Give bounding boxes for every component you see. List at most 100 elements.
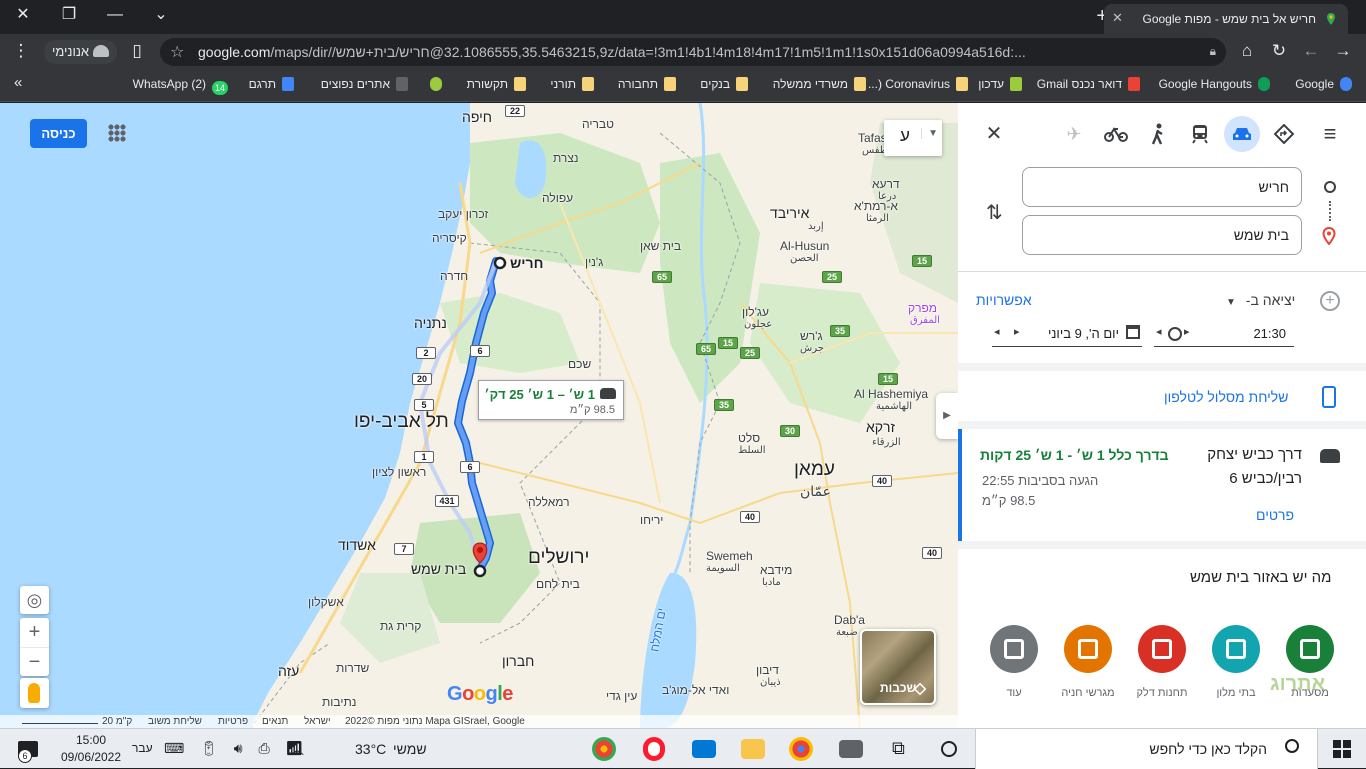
city-sderot[interactable]: שדרות	[336, 661, 369, 675]
taskbar-search[interactable]: הקלד כאן כדי לחפש	[975, 729, 1318, 769]
more-label[interactable]: עוד	[979, 687, 1049, 699]
zoom-out-icon[interactable]: −	[20, 647, 49, 676]
transit-mode-icon[interactable]	[1182, 116, 1218, 152]
weather-temp[interactable]: 33°C	[355, 741, 386, 757]
walking-mode-icon[interactable]	[1140, 116, 1176, 152]
city-zichron[interactable]: זכרון יעקב	[438, 207, 488, 221]
date-picker[interactable]: ◂ ▸ יום ה', 9 ביוני	[992, 321, 1142, 347]
best-route-icon[interactable]	[1266, 116, 1302, 152]
bookmarks-overflow-icon[interactable]: »	[14, 74, 22, 91]
map-canvas[interactable]: חיפה טבריה Tafas طفس נצרת עפולה זכרון יע…	[0, 103, 958, 729]
bookmark-whatsapp[interactable]: 14WhatsApp (2)	[133, 77, 228, 95]
close-directions-icon[interactable]: ✕	[976, 116, 1012, 152]
tab-search-chevron-icon[interactable]: ⌄	[138, 0, 184, 30]
city-ashdod[interactable]: אשדוד	[338, 537, 376, 553]
opera-icon[interactable]	[643, 737, 665, 761]
tray-overflow-icon[interactable]: ︿	[290, 739, 304, 759]
send-to-phone-icon[interactable]	[1322, 386, 1336, 408]
city-ajlun[interactable]: עג'לון	[742, 305, 769, 319]
destination-input[interactable]: בית שמש	[1022, 215, 1302, 255]
home-icon[interactable]: ⌂	[1236, 41, 1258, 61]
lock-icon[interactable]: 🔒︎	[1210, 44, 1216, 59]
menu-kebab-icon[interactable]: ⋮	[10, 41, 32, 61]
scale-bar[interactable]	[22, 716, 98, 724]
bookmark-toraani[interactable]: תורני	[550, 77, 594, 91]
city-kesaria[interactable]: קיסריה	[432, 231, 467, 245]
bookmark-star-icon[interactable]: ☆	[170, 42, 184, 62]
scale-label[interactable]: 20 ק"מ	[102, 716, 132, 727]
city-hadera[interactable]: חדרה	[440, 269, 468, 283]
city-dibon[interactable]: דיבון	[756, 663, 779, 677]
city-haifa[interactable]: חיפה	[462, 109, 492, 125]
apps-grid-icon[interactable]	[108, 124, 126, 142]
place-wadi[interactable]: ואדי אל-מוג'ב	[662, 683, 729, 697]
language-layer-control[interactable]: ע ▼	[884, 120, 942, 156]
hamburger-menu-icon[interactable]: ≡	[1312, 116, 1348, 152]
city-daraa[interactable]: דרעא	[872, 177, 900, 191]
parking-button[interactable]	[1064, 625, 1112, 673]
signin-button[interactable]: כניסה	[30, 119, 87, 148]
city-mafraq[interactable]: מפרק	[908, 301, 937, 315]
bookmark-extension[interactable]	[424, 77, 442, 91]
parking-label[interactable]: מגרשי חניה	[1053, 687, 1123, 699]
incognito-badge[interactable]: אנונימי	[44, 40, 118, 64]
hotels-label[interactable]: בתי מלון	[1201, 687, 1271, 699]
city-jerusalem[interactable]: ירושלים	[528, 547, 589, 569]
city-hashemiya[interactable]: Al Hashemiya	[854, 387, 928, 401]
dropdown-arrow-icon[interactable]: ▼	[921, 128, 938, 139]
clock-date[interactable]: 09/06/2022	[56, 750, 126, 764]
city-ramallah[interactable]: רמאללה	[528, 495, 570, 509]
city-telaviv[interactable]: תל אביב-יפו	[354, 411, 449, 433]
city-netanya[interactable]: נתניה	[414, 315, 447, 331]
city-beitshean[interactable]: בית שאן	[640, 239, 681, 253]
address-bar[interactable]: ☆ google.com/maps/dir/חריש‭/‬בית+שמש‭/‬@…	[160, 38, 1226, 66]
restaurants-button[interactable]	[1286, 625, 1334, 673]
cortana-icon[interactable]	[941, 741, 957, 757]
bookmark-update[interactable]: עדכון	[978, 77, 1022, 91]
city-shchem[interactable]: שכם	[568, 357, 591, 371]
bookmark-government[interactable]: משרדי ממשלה	[773, 77, 866, 91]
close-tab-icon[interactable]: ✕	[1112, 10, 1123, 26]
privacy-link[interactable]: פרטיות	[218, 716, 248, 727]
chrome-icon[interactable]	[592, 737, 616, 761]
weather-text[interactable]: שמשי	[393, 741, 427, 757]
bookmark-transport[interactable]: תחבורה	[618, 77, 676, 91]
city-tveria[interactable]: טבריה	[582, 117, 614, 131]
city-rishon[interactable]: ראשון לציון	[372, 465, 426, 479]
my-location-icon[interactable]: ◎	[20, 586, 49, 614]
bookmark-hangouts[interactable]: Google Hangouts	[1159, 77, 1270, 91]
city-amman[interactable]: עמאן	[794, 459, 835, 481]
city-harish[interactable]: חריש	[510, 255, 543, 271]
windows-start-icon[interactable]	[1333, 740, 1351, 758]
bookmark-google[interactable]: Google	[1295, 77, 1352, 91]
city-beitlehem[interactable]: בית לחם	[536, 577, 580, 591]
zoom-in-icon[interactable]: +	[20, 618, 49, 647]
swap-waypoints-icon[interactable]: ⇅	[986, 200, 1003, 225]
back-icon[interactable]: →	[1332, 41, 1354, 61]
bookmark-banks[interactable]: בנקים	[700, 77, 748, 91]
city-nazrat[interactable]: נצרת	[553, 151, 579, 165]
options-link[interactable]: אפשרויות	[976, 292, 1032, 308]
city-jenin[interactable]: ג'נין	[585, 255, 603, 269]
time-picker[interactable]: ◂ ▸ 21:30	[1154, 321, 1294, 347]
terms-link[interactable]: תנאים	[262, 716, 288, 727]
origin-input[interactable]: חריש	[1022, 167, 1302, 207]
camera-icon[interactable]	[839, 740, 863, 758]
bookmark-common-sites[interactable]: אתרים נפוצים	[321, 77, 408, 91]
system-tray-icons[interactable]: ⌨ 🔋︎ 🔊︎ ⎙ 📶︎	[164, 740, 309, 757]
add-destination-icon[interactable]: +	[1320, 291, 1340, 311]
bookmark-translate[interactable]: תרגם	[249, 77, 294, 91]
city-salt[interactable]: סלט	[738, 431, 760, 445]
depart-selector[interactable]: יציאה ב- ▼	[1226, 292, 1295, 308]
bicycle-mode-icon[interactable]	[1098, 116, 1134, 152]
send-to-phone-link[interactable]: שליחת מסלול לטלפון	[1164, 389, 1288, 405]
city-gaza[interactable]: עזה	[278, 663, 299, 679]
city-madaba[interactable]: מידבא	[760, 563, 792, 577]
task-view-icon[interactable]: ⧉	[892, 738, 905, 759]
city-jarash[interactable]: ג'רש	[800, 329, 823, 343]
city-ashkelon[interactable]: אשקלון	[308, 595, 344, 609]
restore-window-icon[interactable]: ❐	[46, 0, 92, 30]
city-alhusn[interactable]: Al-Husun	[780, 239, 829, 253]
city-zarqa[interactable]: זרקא	[866, 419, 895, 435]
language-indicator[interactable]: עבר	[132, 741, 153, 755]
